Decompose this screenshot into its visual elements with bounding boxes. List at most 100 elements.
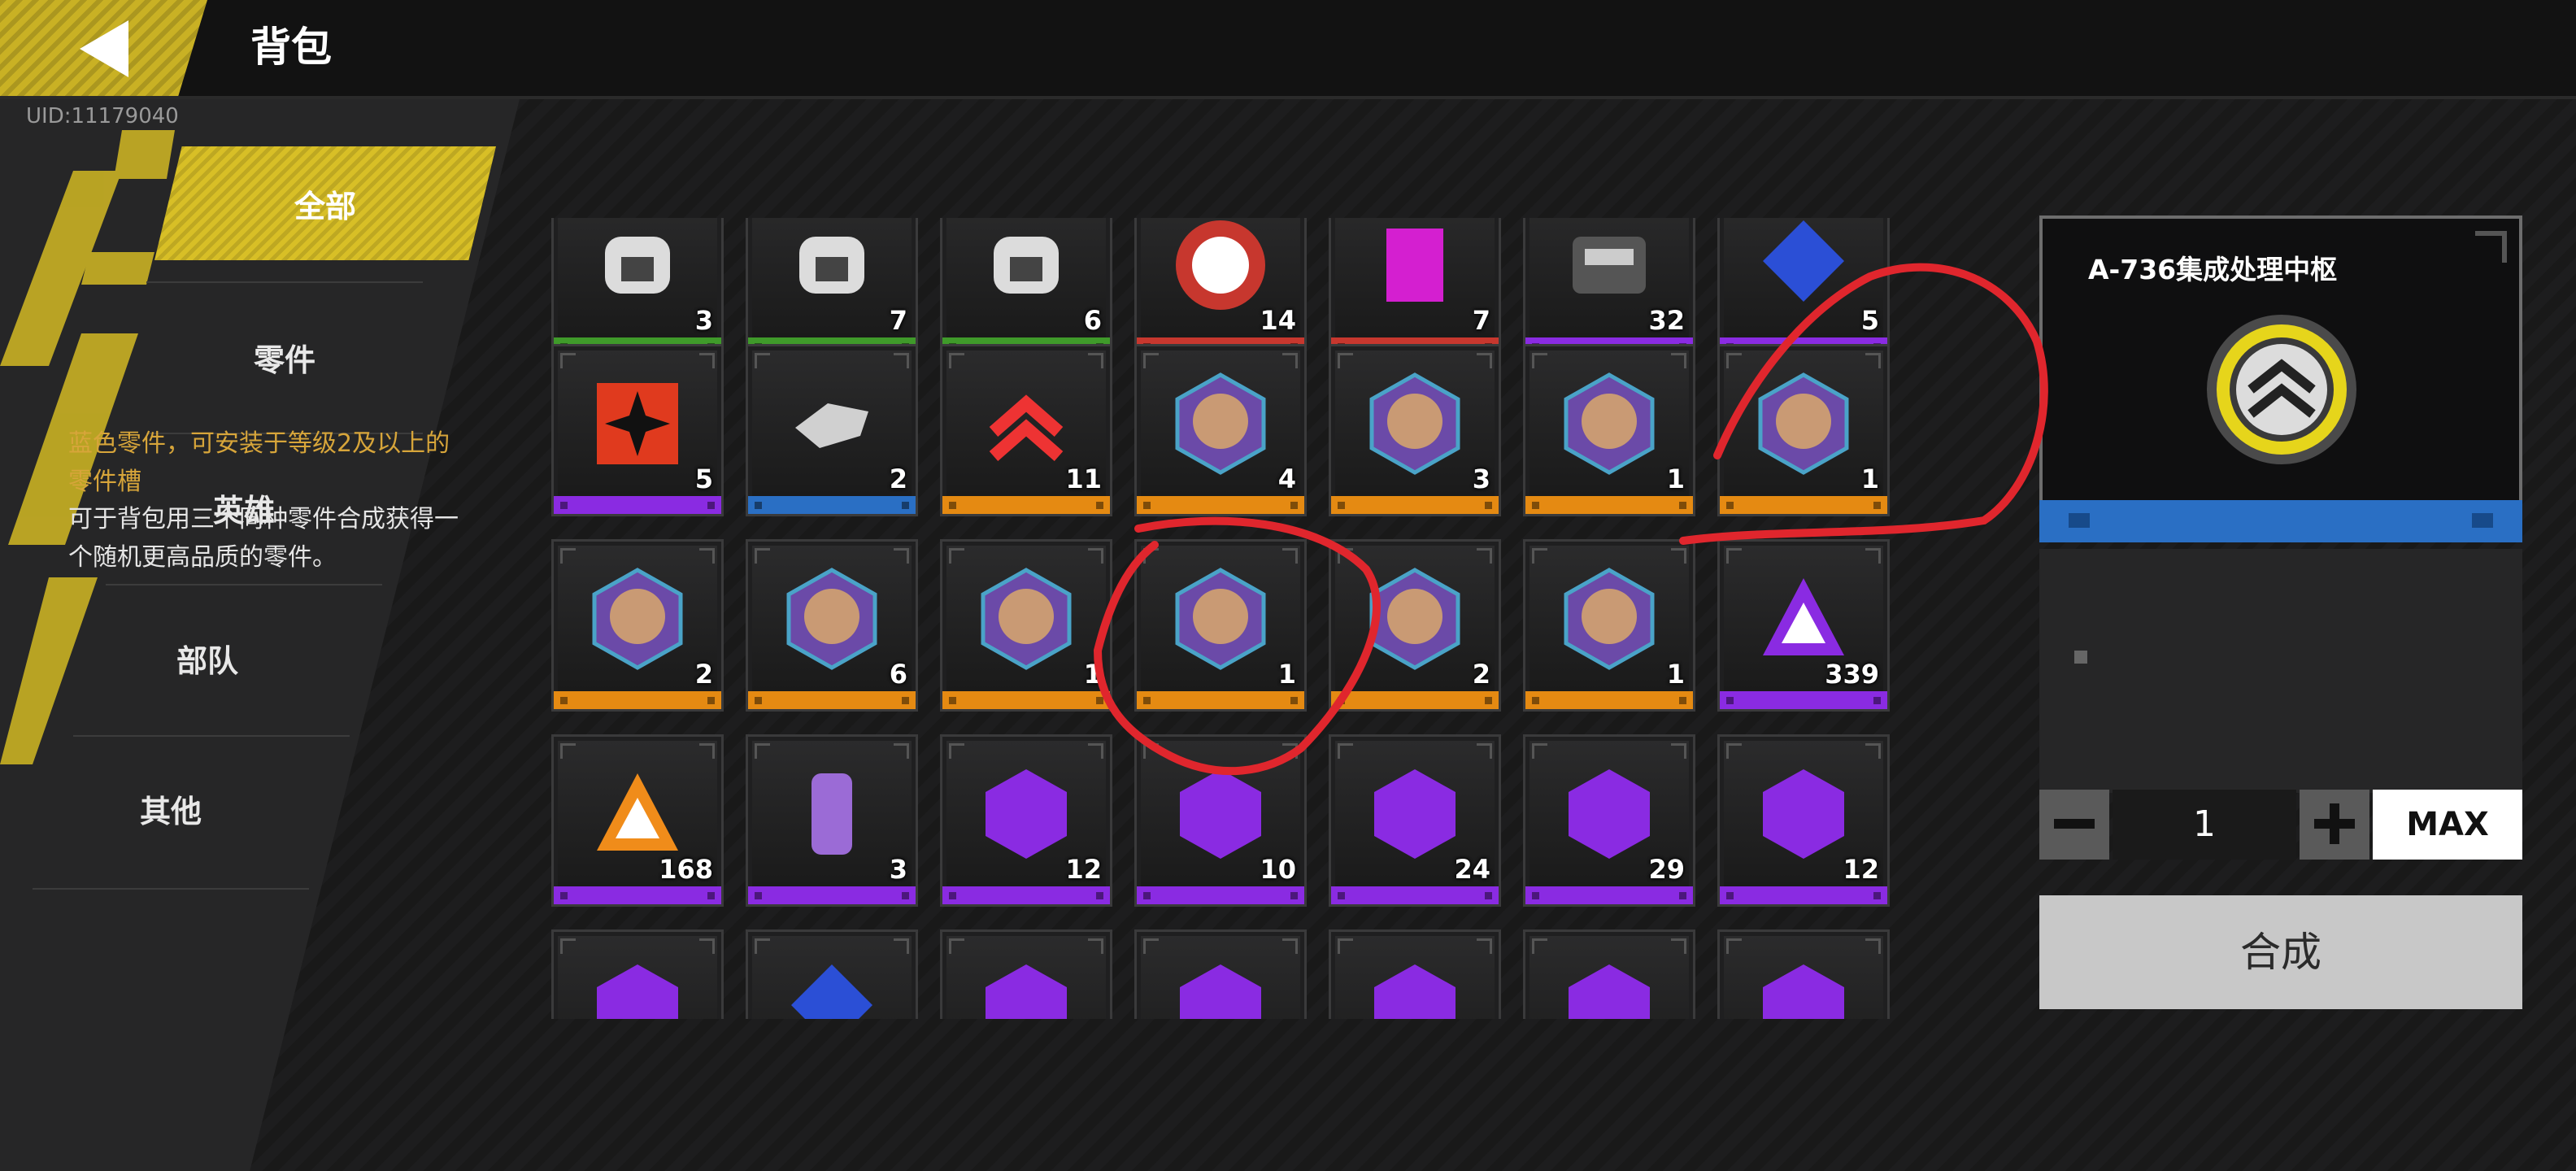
rarity-bar [554,691,721,709]
inventory-item[interactable]: 2 [1329,539,1501,712]
frame-corner-icon [1671,353,1686,368]
frame-corner-icon [1143,743,1159,759]
inventory-item[interactable]: 1 [1134,539,1307,712]
inventory-item[interactable]: 2 [551,539,724,712]
nav-divider [73,735,350,737]
item-count: 1 [1666,659,1685,690]
troop-badge-icon [1180,964,1261,1019]
rarity-bar [1137,496,1304,514]
inventory-item[interactable]: 10 [1134,734,1307,907]
inventory-item[interactable]: 1 [1717,344,1890,516]
frame-corner-icon [699,353,715,368]
item-count: 3 [889,854,907,885]
tab-parts[interactable]: 零件 [154,301,415,413]
frame-corner-icon [699,938,715,954]
inventory-item[interactable]: 4 [1134,344,1307,516]
item-name: A-736集成处理中枢 [2088,254,2338,285]
tab-troops[interactable]: 部队 [77,602,337,714]
frame-corner-icon [1865,353,1881,368]
inventory-item[interactable]: 12 [1717,734,1890,907]
inventory-item[interactable] [1717,929,1890,1019]
quantity-value[interactable]: 1 [2113,790,2296,860]
inventory-item[interactable]: 1 [1523,344,1695,516]
inventory-item[interactable]: 3 [746,734,918,907]
troop-badge-icon [986,964,1067,1019]
item-count: 29 [1648,854,1685,885]
item-count: 6 [889,659,907,690]
hero-portrait-icon [1564,568,1655,670]
frame-corner-icon [949,548,964,564]
rarity-bar [1331,496,1499,514]
compose-button[interactable]: 合成 [2039,895,2522,1009]
user-id-label: UID:11179040 [26,104,179,128]
inventory-item[interactable]: 7 [1329,218,1501,358]
frame-corner-icon [755,743,770,759]
frame-corner-icon [1477,353,1492,368]
inventory-item[interactable]: 14 [1134,218,1307,358]
inventory-item[interactable]: 168 [551,734,724,907]
inventory-item[interactable]: 1 [1523,539,1695,712]
frame-corner-icon [1671,548,1686,564]
frame-corner-icon [1143,548,1159,564]
inventory-item[interactable]: 24 [1329,734,1501,907]
inventory-item[interactable]: 12 [940,734,1112,907]
inventory-item[interactable] [1329,929,1501,1019]
star-banner-icon [597,383,678,464]
item-count: 5 [1860,305,1879,336]
frame-corner-icon [1338,938,1353,954]
compose-area: 合成 [2039,895,2522,1009]
inventory-item[interactable]: 1 [940,539,1112,712]
inventory-item[interactable]: 32 [1523,218,1695,358]
rarity-bar [1331,691,1499,709]
frame-corner-icon [1726,353,1742,368]
tab-others[interactable]: 其他 [41,752,301,864]
rarity-bar [1720,886,1887,904]
troop-badge-icon [1569,964,1650,1019]
inventory-item[interactable]: 29 [1523,734,1695,907]
inventory-item[interactable]: 11 [940,344,1112,516]
hero-portrait-icon [592,568,683,670]
frame-corner-icon [1532,548,1547,564]
back-button[interactable] [0,0,207,96]
inventory-item[interactable]: 2 [746,344,918,516]
plus-icon [2314,803,2355,844]
hero-portrait-icon [1369,372,1460,475]
inventory-item[interactable]: 6 [746,539,918,712]
inventory-item[interactable] [1134,929,1307,1019]
inventory-item[interactable]: 339 [1717,539,1890,712]
hero-portrait-icon [1369,568,1460,670]
frame-corner-icon [894,548,909,564]
inventory-item[interactable]: 3 [551,218,724,358]
frame-corner-icon [1282,548,1298,564]
max-button[interactable]: MAX [2373,790,2522,860]
inventory-item[interactable] [940,929,1112,1019]
inventory-item[interactable]: 5 [1717,218,1890,358]
inventory-item[interactable]: 7 [746,218,918,358]
item-count: 1 [1083,659,1102,690]
inventory-item[interactable] [746,929,918,1019]
orange-triangle-icon [597,773,678,851]
item-count: 1 [1277,659,1296,690]
inventory-item[interactable]: 5 [551,344,724,516]
rarity-bar [1525,886,1693,904]
item-combine-description: 可于背包用三个同种零件合成获得一个随机更高品质的零件。 [68,505,459,572]
increase-button[interactable] [2300,790,2369,860]
inventory-item[interactable] [551,929,724,1019]
frame-corner-icon [1671,743,1686,759]
inventory-grid: 3 7 6 14 7 32 5 5 2 11 4 3 1 1 2 6 1 1 2 1 339 168 3 12 10 24 29 12 [543,218,1914,1019]
inventory-item[interactable] [1523,929,1695,1019]
frame-corner-icon [699,743,715,759]
frame-corner-icon [1532,743,1547,759]
frame-corner-icon [1726,548,1742,564]
item-count: 7 [1472,305,1490,336]
frame-corner-icon [1088,743,1103,759]
inventory-item[interactable]: 6 [940,218,1112,358]
decrease-button[interactable] [2039,790,2109,860]
inventory-item[interactable]: 3 [1329,344,1501,516]
tab-all[interactable]: 全部 [154,146,496,260]
nav-divider [106,584,382,586]
item-count: 2 [694,659,713,690]
hero-portrait-icon [1175,568,1266,670]
frame-corner-icon [1282,353,1298,368]
frame-corner-icon [1477,743,1492,759]
